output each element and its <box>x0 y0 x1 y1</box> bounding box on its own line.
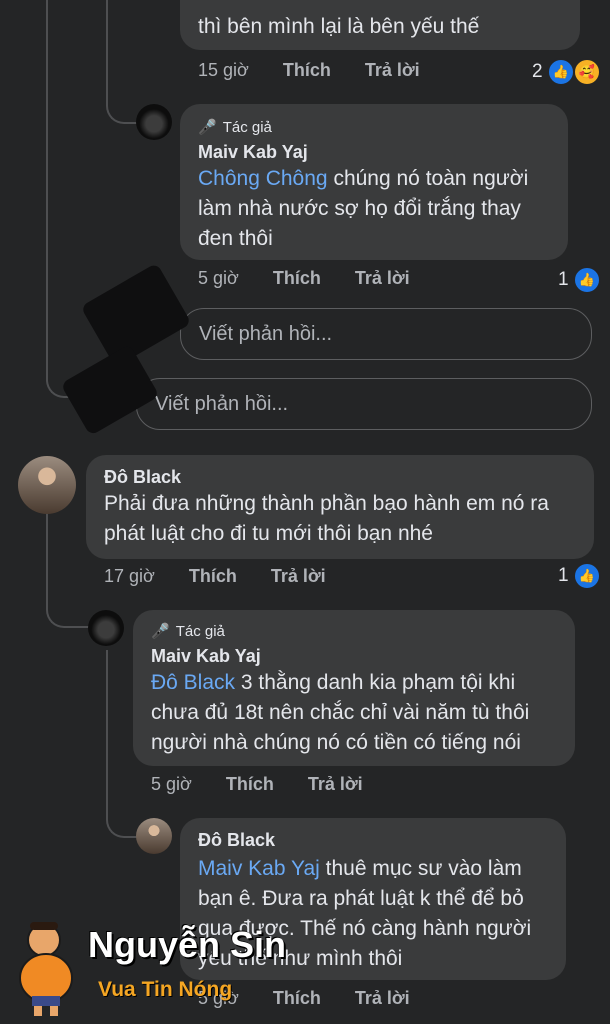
comment-time: 17 giờ <box>104 566 155 586</box>
commenter-name[interactable]: Maiv Kab Yaj <box>198 142 308 163</box>
comment-time: 5 giờ <box>198 268 239 288</box>
watermark-title: Nguyễn Sin <box>88 924 287 965</box>
comment-text-line: Phải đưa những thành phần bạo hành em nó… <box>104 492 549 515</box>
reply-input-placeholder: Viết phản hồi... <box>199 322 333 345</box>
reaction-count: 1 <box>558 269 569 290</box>
comment-time: 15 giờ <box>198 60 249 80</box>
mention-link[interactable]: Chông Chông <box>198 167 328 190</box>
redaction-scribble <box>80 262 192 368</box>
reply-button[interactable]: Trả lời <box>271 566 326 587</box>
reaction-count: 2 <box>532 61 543 82</box>
comment-text-line: chưa đủ 18t nên chắc chỉ vài năm tù thôi <box>151 701 530 724</box>
comment-actions: 5 giờ Thích Trả lời <box>151 774 363 795</box>
like-button[interactable]: Thích <box>226 774 274 795</box>
comment-bubble[interactable]: Đô Black Phải đưa những thành phần bạo h… <box>86 455 594 559</box>
reply-button[interactable]: Trả lời <box>308 774 363 795</box>
mascot-icon <box>19 922 73 1016</box>
like-button[interactable]: Thích <box>273 988 321 1009</box>
reply-bubble[interactable]: 🎤 Tác giả Maiv Kab Yaj Đô Black 3 thằng … <box>133 610 575 766</box>
comment-actions: 5 giờ Thích Trả lời <box>198 268 410 289</box>
like-reaction-icon: 👍 <box>572 266 601 294</box>
microphone-icon: 🎤 <box>198 119 217 136</box>
comment-text: Đô Black 3 thằng danh kia phạm tội khi <box>151 668 515 698</box>
thread-line <box>46 0 48 380</box>
comment-text: Maiv Kab Yaj thuê mục sư vào làm <box>198 854 522 884</box>
avatar[interactable] <box>136 818 172 854</box>
reply-button[interactable]: Trả lời <box>355 988 410 1009</box>
like-reaction-icon: 👍 <box>572 562 601 590</box>
care-reaction-icon: 🥰 <box>572 58 601 86</box>
comment-actions: 15 giờ Thích Trả lời <box>198 60 420 81</box>
comment-text: Chông Chông chúng nó toàn người <box>198 164 528 194</box>
watermark-subtitle: Vua Tin Nóng <box>98 978 233 1001</box>
microphone-icon: 🎤 <box>151 623 170 640</box>
comment-text-line: thuê mục sư vào làm <box>319 857 522 880</box>
mention-link[interactable]: Đô Black <box>151 671 235 694</box>
comment-text: thì bên mình lại là bên yếu thế <box>198 15 480 38</box>
reaction-summary[interactable]: 1 👍 <box>558 562 601 590</box>
watermark-mascot <box>10 918 84 1018</box>
like-button[interactable]: Thích <box>273 268 321 289</box>
author-badge-label: Tác giả <box>222 118 272 136</box>
comment-text-line: làm nhà nước sợ họ đổi trắng thay <box>198 197 521 220</box>
avatar[interactable] <box>136 104 172 140</box>
comment-text-line: người nhà chúng nó có tiền có tiếng nói <box>151 731 521 754</box>
thread-connector-r3 <box>106 800 138 838</box>
commenter-name[interactable]: Đô Black <box>198 830 275 851</box>
avatar[interactable] <box>18 456 76 514</box>
like-reaction-icon: 👍 <box>546 58 575 86</box>
reaction-summary[interactable]: 1 👍 <box>558 266 601 294</box>
author-badge: 🎤 Tác giả <box>198 118 272 137</box>
comment-bubble[interactable]: thì bên mình lại là bên yếu thế <box>180 0 580 50</box>
comment-text-line: 3 thằng danh kia phạm tội khi <box>235 671 516 694</box>
author-badge-label: Tác giả <box>175 622 225 640</box>
avatar[interactable] <box>88 610 124 646</box>
reply-input[interactable]: Viết phản hồi... <box>180 308 592 360</box>
comment-actions: 17 giờ Thích Trả lời <box>104 566 326 587</box>
reply-input[interactable]: Viết phản hồi... <box>136 378 592 430</box>
commenter-name[interactable]: Đô Black <box>104 467 181 488</box>
comment-text-line: chúng nó toàn người <box>327 167 529 190</box>
reaction-count: 1 <box>558 565 569 586</box>
like-button[interactable]: Thích <box>189 566 237 587</box>
author-badge: 🎤 Tác giả <box>151 622 225 641</box>
comment-time: 5 giờ <box>151 774 192 794</box>
thread-line-r2 <box>106 650 108 820</box>
reply-button[interactable]: Trả lời <box>365 60 420 81</box>
reply-input-placeholder: Viết phản hồi... <box>155 392 289 415</box>
commenter-name[interactable]: Maiv Kab Yaj <box>151 646 261 667</box>
thread-connector-c2 <box>46 590 90 628</box>
reply-bubble[interactable]: 🎤 Tác giả Maiv Kab Yaj Chông Chông chúng… <box>180 104 568 260</box>
thread-connector-nested <box>106 80 138 124</box>
comment-text-line: đen thôi <box>198 227 273 250</box>
mention-link[interactable]: Maiv Kab Yaj <box>198 857 320 880</box>
like-button[interactable]: Thích <box>283 60 331 81</box>
comment-text-line: bạn ê. Đưa ra phát luật k thể để bỏ <box>198 887 524 910</box>
reaction-summary[interactable]: 2 👍 🥰 <box>532 58 601 86</box>
comment-text-line: phát luật cho đi tu mới thôi bạn nhé <box>104 522 433 545</box>
reply-button[interactable]: Trả lời <box>355 268 410 289</box>
